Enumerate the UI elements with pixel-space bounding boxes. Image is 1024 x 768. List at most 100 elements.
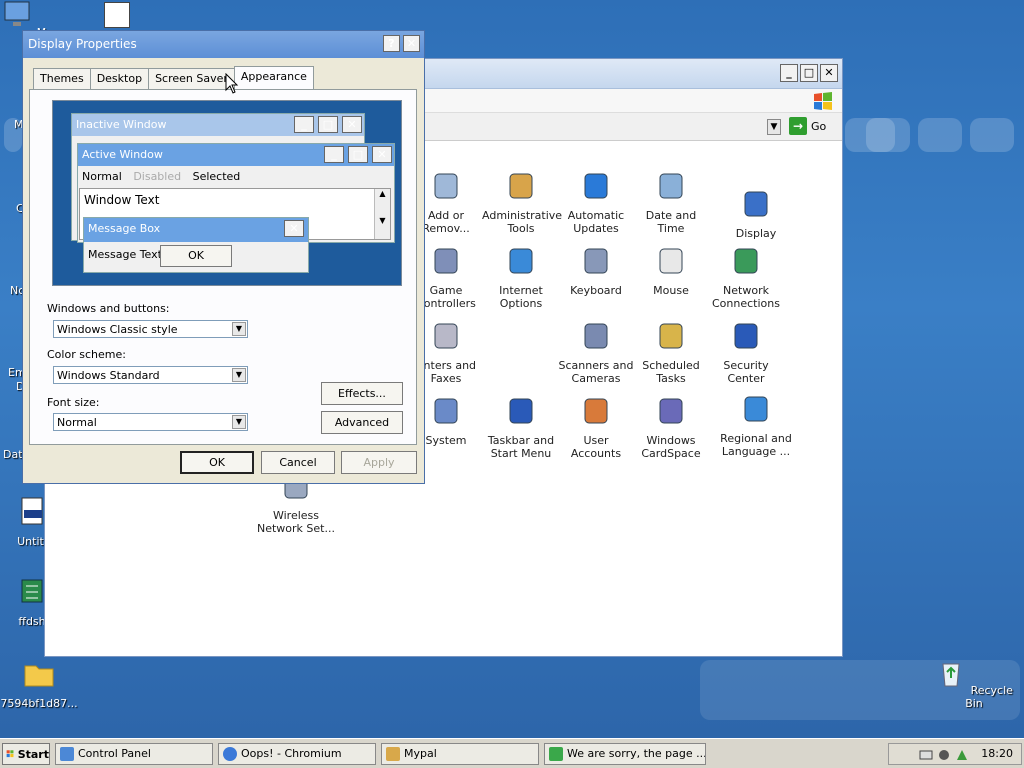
font-size-value: Normal [57,416,97,429]
font-size-select[interactable]: Normal ▼ [53,413,248,431]
close-icon: ✕ [406,37,417,50]
windows-buttons-value: Windows Classic style [57,323,178,336]
tab-screen-saver[interactable]: Screen Saver [148,68,235,89]
scanners-cameras-icon [584,323,608,349]
preview-scrollbar: ▲ ▼ [374,189,390,239]
taskbar-item-mypal[interactable]: Mypal [381,743,539,765]
cp-item-administrative-tools[interactable]: Administrative Tools [482,170,562,235]
cp-item-label: Scheduled Tasks [642,359,700,385]
taskbar-item-control-panel[interactable]: Control Panel [55,743,213,765]
cp-item-display[interactable]: Display [717,188,795,240]
display-icon [744,191,768,217]
tab-appearance[interactable]: Appearance [233,66,314,89]
keyboard-icon [584,248,608,274]
go-button[interactable]: → Go [789,117,826,135]
font-size-label: Font size: [47,396,100,409]
preview-maximize-icon: □ [348,146,368,163]
cp-item-security-center[interactable]: Security Center [707,320,785,385]
apply-button[interactable]: Apply [341,451,417,474]
game-controllers-icon [434,248,458,274]
desktop-icon-label: 7594bf1d87... [0,697,78,710]
dialog-close-button[interactable]: ✕ [403,35,420,52]
msgbox-text: Message Text [88,248,162,261]
desktop-document-icon[interactable] [104,2,130,28]
preview-close-icon: ✕ [372,146,392,163]
date-time-icon [659,173,683,199]
user-accounts-icon [584,398,608,424]
windows-cardspace-icon [659,398,683,424]
cp-item-windows-cardspace[interactable]: Windows CardSpace [632,395,710,460]
desktop-decoration [970,118,1014,152]
cp-item-label: Mouse [653,284,689,297]
folder-icon [24,665,54,687]
help-button[interactable]: ? [383,35,400,52]
desktop-decoration [918,118,962,152]
cp-item-automatic-updates[interactable]: Automatic Updates [557,170,635,235]
recycle-bin-icon [942,663,960,687]
cp-item-label: Taskbar and Start Menu [487,434,555,460]
cp-item-label: Automatic Updates [567,209,625,235]
start-button[interactable]: Start [2,743,50,765]
system-icon [434,398,458,424]
desktop-icon-recycle-bin[interactable]: Recycle Bin [934,658,1014,710]
preview-close-icon: ✕ [284,220,304,237]
appearance-preview: Inactive Window _ □ ✕ Active Window _ □ … [52,100,402,286]
address-dropdown[interactable]: ▼ [767,119,781,135]
cp-item-taskbar-start-menu[interactable]: Taskbar and Start Menu [482,395,560,460]
cp-item-date-time[interactable]: Date and Time [632,170,710,235]
printers-faxes-icon [434,323,458,349]
system-tray: 18:20 [888,743,1022,765]
cp-item-mouse[interactable]: Mouse [632,245,710,297]
keyboard-tray-icon[interactable] [919,748,933,762]
cp-item-scanners-cameras[interactable]: Scanners and Cameras [557,320,635,385]
desktop-icon-label: Untitl [17,535,47,548]
preview-active-titlebar: Active Window _ □ ✕ [78,144,394,166]
advanced-button[interactable]: Advanced [321,411,403,434]
safely-remove-tray-icon[interactable] [955,748,969,762]
go-arrow-icon: → [789,117,807,135]
speaker-tray-icon[interactable] [937,748,951,762]
minimize-button[interactable]: _ [780,64,798,82]
preview-inactive-titlebar: Inactive Window _ □ ✕ [72,114,364,136]
taskbar-start-menu-icon [509,398,533,424]
cp-item-label: Wireless Network Set... [257,509,335,535]
automatic-updates-icon [584,173,608,199]
cp-item-label: Display [735,227,777,240]
cp-item-user-accounts[interactable]: User Accounts [557,395,635,460]
tab-themes[interactable]: Themes [33,68,91,89]
windows-buttons-select[interactable]: Windows Classic style ▼ [53,320,248,338]
taskbar-item-chromium[interactable]: Oops! - Chromium [218,743,376,765]
chevron-down-icon: ▼ [232,415,246,429]
cp-item-scheduled-tasks[interactable]: Scheduled Tasks [632,320,710,385]
cp-item-label: Scanners and Cameras [558,359,634,385]
cp-item-regional-language[interactable]: Regional and Language ... [717,393,795,458]
preview-close-icon: ✕ [342,116,362,133]
ok-button[interactable]: OK [180,451,254,474]
cp-item-network-connections[interactable]: Network Connections [707,245,785,310]
mouse-cursor-icon [225,73,239,94]
preview-window-text: Window Text [84,193,160,207]
browser-page-icon [549,747,563,761]
add-remove-programs-icon [434,173,458,199]
cp-item-label: Regional and Language ... [720,432,792,458]
desktop-icon-label: ffdsh [18,615,46,628]
dialog-titlebar[interactable]: Display Properties ? ✕ [23,31,424,58]
desktop-decoration [866,118,910,152]
desktop-icon-folder[interactable]: 7594bf1d87... [0,658,78,710]
preview-menu: Normal Disabled Selected [78,166,394,186]
close-button[interactable]: ✕ [820,64,838,82]
taskbar-item-label: Mypal [404,747,437,760]
cancel-button[interactable]: Cancel [261,451,335,474]
cp-item-internet-options[interactable]: Internet Options [482,245,560,310]
cp-item-label: Date and Time [645,209,697,235]
taskbar-item-error-page[interactable]: We are sorry, the page ... [544,743,706,765]
tab-desktop[interactable]: Desktop [89,68,150,89]
help-icon: ? [388,37,395,50]
cp-item-keyboard[interactable]: Keyboard [557,245,635,297]
effects-button[interactable]: Effects... [321,382,403,405]
maximize-button[interactable]: □ [800,64,818,82]
color-scheme-select[interactable]: Windows Standard ▼ [53,366,248,384]
regional-language-icon [744,396,768,422]
dialog-title: Display Properties [28,37,137,51]
dialog-tabs: Themes Desktop Screen Saver Appearance [33,66,314,89]
